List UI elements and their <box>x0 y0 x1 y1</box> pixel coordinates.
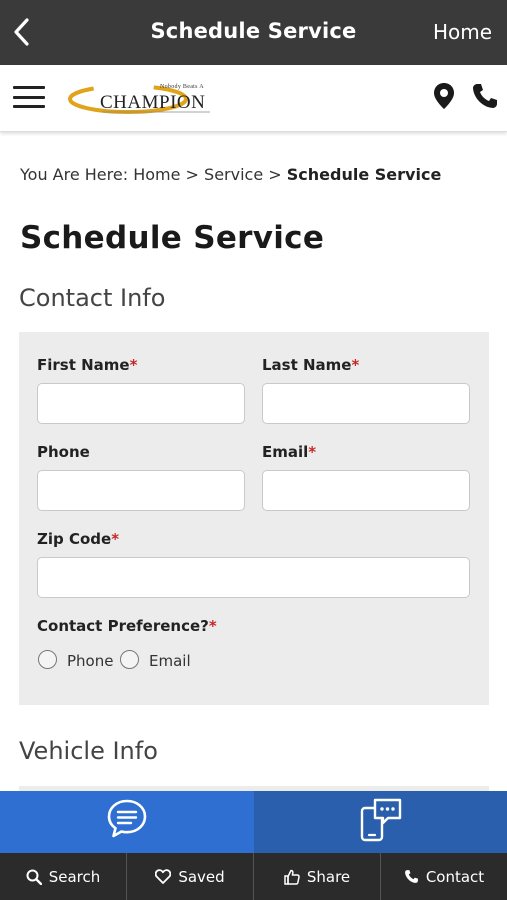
chat-button[interactable] <box>0 791 254 853</box>
contact-info-heading: Contact Info <box>19 284 166 312</box>
email-label: Email* <box>262 443 317 461</box>
nav-contact-label: Contact <box>425 867 485 886</box>
map-pin-icon[interactable] <box>432 82 456 110</box>
text-us-button[interactable] <box>254 791 507 853</box>
radio-phone-label[interactable]: Phone <box>67 652 113 670</box>
nav-share[interactable]: Share <box>254 853 381 900</box>
breadcrumb-separator: > <box>268 165 282 184</box>
site-header: Nobody Beats A CHAMPION <box>0 65 507 132</box>
chat-bar <box>0 791 507 853</box>
mobile-message-icon <box>360 798 402 842</box>
nav-share-label: Share <box>306 867 351 886</box>
radio-email-label[interactable]: Email <box>149 652 191 670</box>
menu-icon[interactable] <box>13 86 45 110</box>
chat-bubble-icon <box>107 799 147 838</box>
thumbs-up-icon <box>284 869 300 885</box>
heart-icon <box>155 869 172 884</box>
nav-saved-label: Saved <box>178 867 225 886</box>
breadcrumb-prefix: You Are Here: <box>20 165 129 184</box>
top-app-bar: Schedule Service Home <box>0 0 507 65</box>
last-name-label: Last Name* <box>262 356 360 374</box>
contact-form: First Name* Last Name* Phone Email* Zip … <box>19 332 489 705</box>
home-link[interactable]: Home <box>433 20 492 44</box>
search-icon <box>26 869 42 885</box>
phone-icon <box>404 870 418 883</box>
logo-tagline: Nobody Beats A <box>160 84 204 90</box>
nav-search[interactable]: Search <box>0 853 127 900</box>
breadcrumb-home-link[interactable]: Home <box>133 165 180 184</box>
breadcrumb-separator: > <box>185 165 199 184</box>
nav-contact[interactable]: Contact <box>381 853 507 900</box>
last-name-input[interactable] <box>262 383 470 424</box>
first-name-input[interactable] <box>37 383 245 424</box>
radio-phone[interactable] <box>38 650 57 669</box>
contact-preference-label: Contact Preference?* <box>37 617 217 635</box>
nav-saved[interactable]: Saved <box>127 853 254 900</box>
vehicle-info-heading: Vehicle Info <box>19 737 158 765</box>
email-input[interactable] <box>262 470 470 511</box>
breadcrumb-service-link[interactable]: Service <box>204 165 263 184</box>
app-bar-title: Schedule Service <box>150 19 357 43</box>
nav-search-label: Search <box>48 867 101 886</box>
breadcrumb-current: Schedule Service <box>286 165 442 184</box>
zip-code-input[interactable] <box>37 557 470 598</box>
logo-wordmark: CHAMPION <box>100 92 206 113</box>
zip-code-label: Zip Code* <box>37 530 120 548</box>
bottom-nav: Search Saved Share Contact <box>0 853 507 900</box>
dealer-logo[interactable]: Nobody Beats A CHAMPION <box>68 81 213 117</box>
page-title: Schedule Service <box>20 220 325 256</box>
phone-input[interactable] <box>37 470 245 511</box>
phone-icon[interactable] <box>471 82 499 110</box>
first-name-label: First Name* <box>37 356 138 374</box>
phone-label: Phone <box>37 443 90 461</box>
breadcrumb: You Are Here: Home > Service > Schedule … <box>20 165 441 184</box>
radio-email[interactable] <box>120 650 139 669</box>
